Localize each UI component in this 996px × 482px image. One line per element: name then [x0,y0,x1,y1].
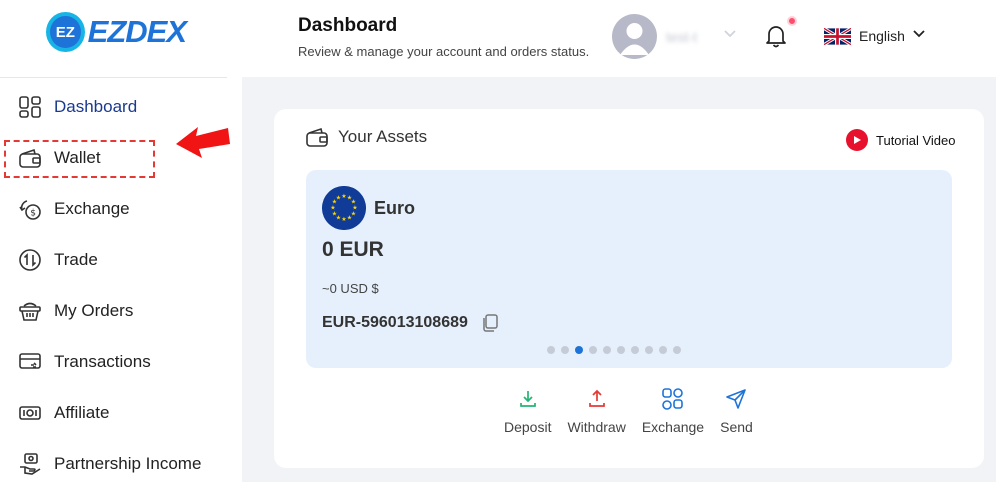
svg-text:$: $ [30,209,36,219]
user-name[interactable]: test-t [666,29,697,45]
sidebar-item-label: Partnership Income [54,454,202,473]
play-icon [846,129,868,151]
svg-text:★: ★ [332,211,337,218]
currency-card[interactable]: ★ ★ ★ ★ ★ ★ ★ ★ ★ ★ ★ ★ Euro 0 EUR ~0 USD $ EUR-… [306,170,952,368]
sidebar-item-partnership-income[interactable]: Partnership Income [18,447,201,481]
dashboard-grid-icon [18,95,42,119]
carousel-dot[interactable] [547,346,555,354]
transactions-card-icon [18,350,42,374]
exchange-label: Exchange [641,419,705,435]
sidebar-item-label: Exchange [54,199,130,218]
partnership-hand-icon [18,452,42,476]
uk-flag-icon[interactable] [824,28,851,45]
assets-card: Your Assets Tutorial Video ★ ★ ★ ★ ★ ★ ★ ★ ★ ★… [274,109,984,468]
sidebar-item-affiliate[interactable]: Affiliate [18,396,109,430]
brand-logo-text: EZDEX [87,14,187,49]
tutorial-video-label: Tutorial Video [876,132,956,148]
deposit-button[interactable]: Deposit [504,387,551,435]
affiliate-cash-icon [18,401,42,425]
carousel-dot[interactable] [631,346,639,354]
svg-text:★: ★ [336,195,341,202]
notification-bell-icon[interactable] [765,24,787,48]
exchange-button[interactable]: Exchange [642,387,704,435]
sidebar-item-transactions[interactable]: Transactions [18,345,151,379]
wallet-highlight-box [4,140,155,178]
main-content: Your Assets Tutorial Video ★ ★ ★ ★ ★ ★ ★ ★ ★ ★… [242,77,996,482]
user-silhouette-icon [620,23,649,55]
asset-actions: Deposit Withdraw Exchange Send [504,387,753,435]
svg-text:★: ★ [341,216,346,223]
sidebar-item-my-orders[interactable]: My Orders [18,294,133,328]
page-title: Dashboard [298,15,398,36]
sidebar-item-label: Dashboard [54,97,138,116]
eu-flag-icon: ★ ★★ ★★★ ★★★ ★★★ [322,186,366,230]
tutorial-video-link[interactable]: Tutorial Video [846,129,956,151]
assets-title: Your Assets [338,127,428,146]
top-header: Dashboard Review & manage your account a… [242,0,996,77]
sidebar-divider [0,77,227,78]
carousel-dot[interactable] [673,346,681,354]
carousel-dots [547,346,681,354]
carousel-dot[interactable] [617,346,625,354]
withdraw-label: Withdraw [567,419,626,435]
carousel-dot[interactable] [575,346,583,354]
orders-basket-icon [18,299,42,323]
user-chevron-down-icon[interactable] [724,30,736,38]
svg-text:★: ★ [330,205,335,212]
notification-dot [787,16,797,26]
sidebar-item-label: Affiliate [54,403,110,422]
carousel-dot[interactable] [603,346,611,354]
sidebar-item-trade[interactable]: Trade [18,243,98,277]
deposit-label: Deposit [504,419,552,435]
carousel-dot[interactable] [589,346,597,354]
send-label: Send [720,419,753,435]
red-pointer-arrow-icon [176,127,230,158]
carousel-dot[interactable] [561,346,569,354]
sidebar: EZ EZDEX Dashboard Wallet $ Exchange Tra… [0,0,242,482]
brand-logo-mark: EZ [46,12,85,52]
exchange-coins-icon: $ [18,197,42,221]
language-chevron-down-icon[interactable] [913,30,925,38]
carousel-dot[interactable] [659,346,667,354]
sidebar-item-label: Transactions [54,352,151,371]
svg-text:★: ★ [347,215,352,222]
sidebar-item-label: Trade [54,250,98,269]
currency-balance: 0 EUR [322,238,384,261]
carousel-dot[interactable] [645,346,653,354]
currency-name: Euro [374,198,416,218]
page-subtitle: Review & manage your account and orders … [298,44,590,59]
send-plane-icon [724,387,748,411]
sidebar-item-dashboard[interactable]: Dashboard [18,90,137,124]
usd-equivalent: ~0 USD $ [322,281,379,296]
exchange-grid-icon [661,387,685,411]
deposit-download-icon [516,387,540,411]
account-id: EUR-596013108689 [322,314,468,331]
withdraw-upload-icon [585,387,609,411]
send-button[interactable]: Send [720,387,753,435]
user-avatar[interactable] [612,14,657,59]
trade-arrows-icon [18,248,42,272]
withdraw-button[interactable]: Withdraw [567,387,626,435]
copy-icon[interactable] [482,314,498,332]
assets-header: Your Assets [306,127,427,147]
brand-logo[interactable]: EZ EZDEX [46,12,187,52]
language-label[interactable]: English [859,28,905,44]
sidebar-item-label: My Orders [54,301,134,320]
wallet-icon [306,127,328,147]
sidebar-item-exchange[interactable]: $ Exchange [18,192,130,226]
